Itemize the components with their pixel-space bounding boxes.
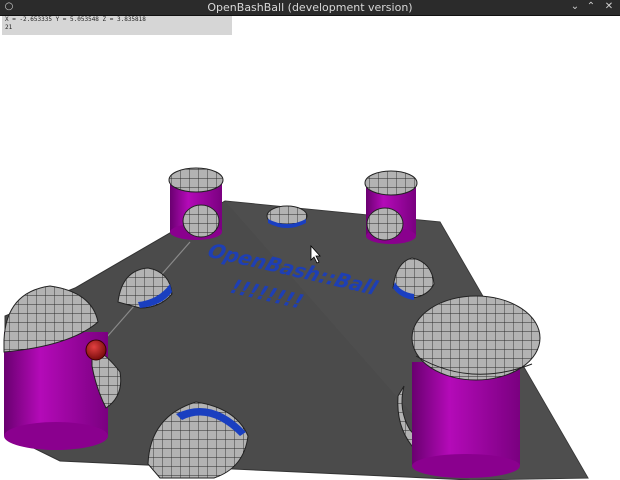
game-viewport[interactable]: OpenBash::Ball !!!!!!!! X = -2.653335 Y … [0, 16, 620, 480]
maximize-icon[interactable]: ⌃ [586, 2, 596, 12]
hud-position: X = -2.653335 Y = 5.053548 Z = 3.835818 [5, 16, 146, 23]
hud-fps: 21 [5, 24, 13, 31]
scene-canvas: OpenBash::Ball !!!!!!!! [3, 167, 589, 480]
game-ball [85, 339, 107, 361]
window-title: OpenBashBall (development version) [207, 1, 413, 14]
close-icon[interactable]: ✕ [604, 2, 614, 12]
pillar-back-right [364, 170, 418, 244]
pillar-back-left [168, 167, 224, 240]
window-titlebar[interactable]: ○ OpenBashBall (development version) ⌄ ⌃… [0, 0, 620, 16]
debug-hud: X = -2.653335 Y = 5.053548 Z = 3.835818 … [2, 16, 232, 35]
pillar-front-right [397, 295, 541, 478]
bumper-top-center [266, 205, 308, 228]
minimize-icon[interactable]: ⌄ [570, 2, 580, 12]
